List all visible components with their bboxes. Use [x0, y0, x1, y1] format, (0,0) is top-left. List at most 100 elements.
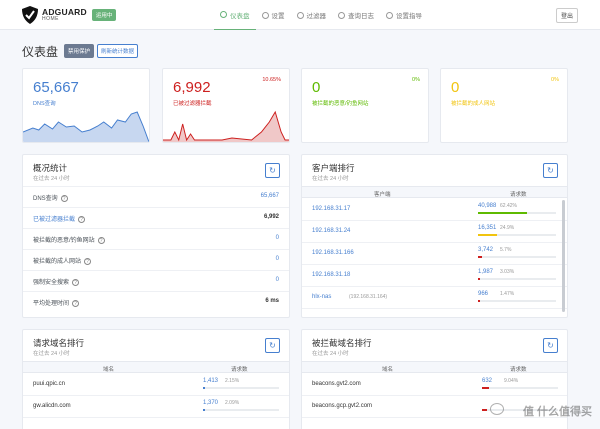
- client-host[interactable]: hlx-nas: [312, 294, 331, 300]
- shield-logo-icon: [22, 6, 38, 24]
- progress-bar-fill: [482, 387, 489, 389]
- row-label: 被拦截的成人网站: [33, 259, 82, 265]
- table-header: 客户端 请求数: [302, 186, 567, 198]
- request-count: 632: [482, 378, 493, 384]
- scrollbar[interactable]: [562, 200, 565, 312]
- overview-panel: 概况统计 在过去 24 小时 ↻ DNS查询? 65,667 已被过滤器拦截? 6,…: [22, 154, 290, 318]
- panel-title: 请求域名排行: [33, 338, 85, 348]
- nav-query-log[interactable]: 查询日志: [332, 0, 380, 30]
- domain-name[interactable]: beacons.gvt2.com: [312, 381, 361, 387]
- panel-title: 客户端排行: [312, 163, 355, 173]
- progress-bar-fill: [478, 234, 498, 236]
- table-row[interactable]: hlx-nas (192.168.31.164) 966 1.47%: [302, 287, 567, 309]
- logo[interactable]: ADGUARD HOME 运用中: [22, 6, 117, 24]
- stat-card-dns-queries: 65,667 DNS查询: [22, 68, 150, 143]
- table-row[interactable]: 192.168.31.18 1,987 3.03%: [302, 265, 567, 287]
- request-count: 40,988: [478, 203, 497, 209]
- row-label: DNS查询: [33, 196, 58, 202]
- request-percent: 9.04%: [504, 378, 519, 384]
- refresh-icon: ↻: [547, 341, 554, 350]
- request-count: 1,413: [203, 378, 219, 384]
- request-percent: 2.09%: [225, 400, 240, 406]
- help-icon[interactable]: ?: [78, 215, 86, 223]
- domain-name[interactable]: beacons.gcp.gvt2.com: [312, 403, 372, 409]
- col-client: 客户端: [374, 192, 391, 198]
- request-count: 1,370: [203, 400, 219, 406]
- help-icon[interactable]: ?: [72, 299, 80, 307]
- refresh-button[interactable]: ↻: [543, 338, 558, 353]
- stat-card-malware: 0 被拦截的恶意/钓鱼网站 0%: [301, 68, 429, 143]
- request-percent: 24.9%: [500, 225, 515, 231]
- filter-icon: [296, 11, 304, 19]
- progress-bar-fill: [478, 278, 481, 280]
- progress-bar: [478, 256, 556, 258]
- row-value: 6 ms: [265, 298, 279, 304]
- dns-queries-sparkline: [23, 111, 149, 142]
- help-icon[interactable]: ?: [84, 257, 92, 265]
- overview-row: DNS查询? 65,667: [23, 186, 289, 207]
- refresh-button[interactable]: ↻: [265, 338, 280, 353]
- refresh-stats-button[interactable]: 刷新统计数据: [97, 44, 139, 58]
- table-header: 域名 请求数: [302, 361, 567, 373]
- request-percent: 2.15%: [225, 378, 240, 384]
- stat-percent: 0%: [551, 77, 559, 83]
- progress-bar-fill: [478, 300, 480, 302]
- refresh-icon: ↻: [269, 341, 276, 350]
- nav-dashboard[interactable]: 仪表盘: [214, 0, 256, 30]
- client-host[interactable]: 192.168.31.166: [312, 250, 354, 256]
- refresh-button[interactable]: ↻: [265, 163, 280, 178]
- table-row[interactable]: 192.168.31.24 16,351 24.9%: [302, 221, 567, 243]
- help-icon[interactable]: ?: [97, 236, 105, 244]
- table-row[interactable]: 192.168.31.166 3,742 5.7%: [302, 243, 567, 265]
- table-row[interactable]: beacons.gvt2.com 632 9.04%: [302, 374, 567, 396]
- panel-subtitle: 在过去 24 小时: [312, 351, 349, 357]
- domain-name[interactable]: gw.alicdn.com: [33, 403, 71, 409]
- client-host[interactable]: 192.168.31.18: [312, 272, 350, 278]
- nav-filters[interactable]: 过滤器: [291, 0, 333, 30]
- panel-subtitle: 在过去 24 小时: [312, 176, 349, 182]
- request-percent: 62.42%: [500, 203, 517, 209]
- progress-bar-fill: [478, 256, 483, 258]
- nav-label: 仪表盘: [230, 12, 250, 20]
- logout-button[interactable]: 登出: [555, 8, 578, 23]
- row-value: 6,992: [263, 214, 279, 220]
- domain-name[interactable]: puui.qpic.cn: [33, 381, 65, 387]
- nav-label: 设置: [271, 13, 285, 20]
- table-row[interactable]: puui.qpic.cn 1,413 2.15%: [23, 374, 289, 396]
- row-label: 平均处理时间: [33, 301, 70, 307]
- row-value: 65,667: [260, 193, 279, 199]
- nav-settings[interactable]: 设置: [256, 0, 291, 30]
- watermark: 值 什么值得买: [522, 406, 592, 418]
- watermark-icon: [490, 403, 504, 415]
- panel-subtitle: 在过去 24 小时: [33, 351, 70, 357]
- row-label: 已被过滤器拦截: [33, 217, 76, 223]
- panel-subtitle: 在过去 24 小时: [33, 176, 70, 182]
- blocked-sparkline: [163, 110, 289, 142]
- progress-bar: [478, 278, 556, 280]
- disable-protection-button[interactable]: 禁用保护: [64, 44, 95, 58]
- request-percent: 1.47%: [500, 291, 515, 297]
- overview-row: 平均处理时间? 6 ms: [23, 291, 289, 312]
- row-label: 被拦截的恶意/钓鱼网站: [33, 238, 95, 244]
- log-icon: [338, 11, 345, 19]
- client-host[interactable]: 192.168.31.17: [312, 206, 350, 212]
- row-value: 0: [275, 235, 279, 241]
- request-count: 1,987: [478, 269, 494, 275]
- refresh-button[interactable]: ↻: [543, 163, 558, 178]
- stat-percent: 10.65%: [262, 77, 281, 83]
- nav-setup-guide[interactable]: 设置指导: [380, 0, 428, 30]
- col-domain: 域名: [103, 367, 115, 373]
- table-row[interactable]: gw.alicdn.com 1,370 2.09%: [23, 396, 289, 418]
- status-badge: 运用中: [91, 9, 117, 21]
- refresh-icon: ↻: [269, 166, 276, 175]
- help-icon[interactable]: ?: [60, 194, 68, 202]
- guide-icon: [386, 11, 393, 19]
- stat-label: 被拦截的成人网站: [451, 101, 496, 107]
- client-host[interactable]: 192.168.31.24: [312, 228, 350, 234]
- help-icon[interactable]: ?: [72, 278, 80, 286]
- table-row[interactable]: 192.168.31.17 40,988 62.42%: [302, 199, 567, 221]
- progress-bar: [478, 212, 556, 214]
- logo-main-text: ADGUARD: [42, 6, 87, 17]
- stat-card-adult: 0 被拦截的成人网站 0%: [440, 68, 568, 143]
- request-count: 3,742: [478, 247, 494, 253]
